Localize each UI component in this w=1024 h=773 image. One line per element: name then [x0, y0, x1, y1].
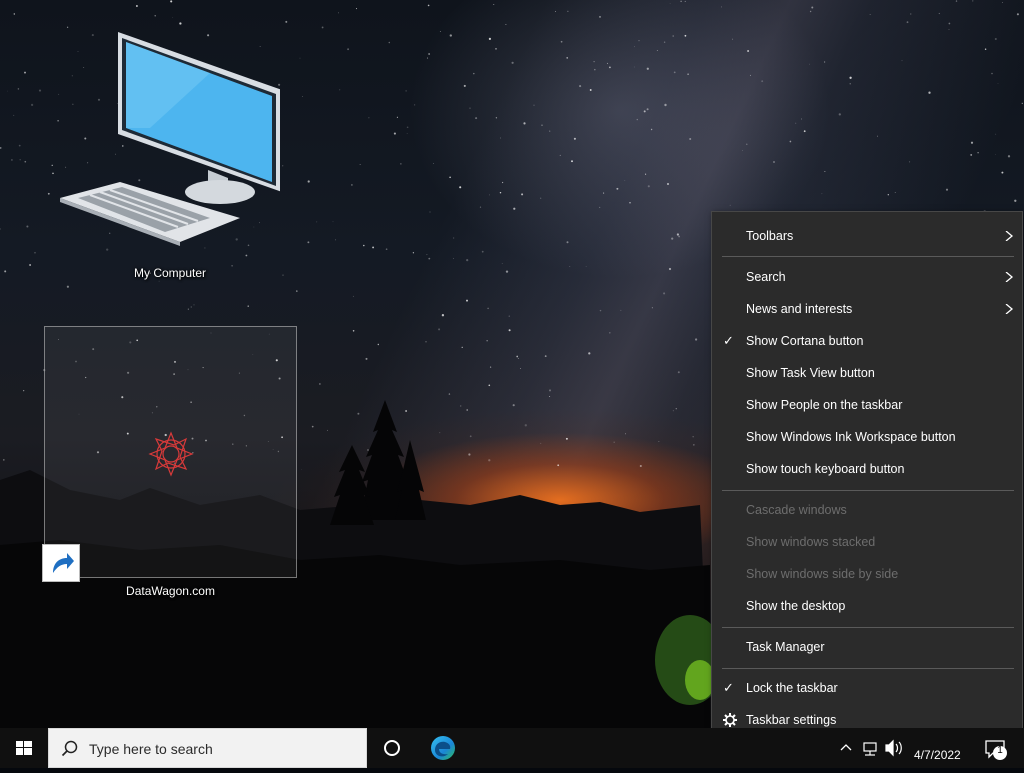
network-icon	[863, 742, 877, 756]
checkmark-icon: ✓	[723, 333, 734, 348]
tray-icons	[840, 739, 902, 757]
menu-item-label: Toolbars	[746, 229, 794, 243]
menu-item-label: Show touch keyboard button	[746, 462, 905, 476]
menu-item-label: Search	[746, 270, 786, 284]
menu-item-show-windows-side-by-side: Show windows side by side	[712, 560, 1022, 588]
action-center-button[interactable]: 1	[984, 738, 1010, 765]
menu-item-show-people[interactable]: Show People on the taskbar	[712, 391, 1022, 419]
volume-icon	[885, 739, 902, 757]
menu-item-show-windows-stacked: Show windows stacked	[712, 528, 1022, 556]
menu-item-lock-taskbar[interactable]: ✓ Lock the taskbar	[712, 674, 1022, 702]
cortana-button[interactable]	[370, 728, 416, 768]
system-tray: 4/7/2022 1	[836, 728, 1024, 768]
menu-item-toolbars[interactable]: Toolbars	[712, 222, 1022, 250]
menu-item-task-manager[interactable]: Task Manager	[712, 633, 1022, 661]
menu-item-show-desktop[interactable]: Show the desktop	[712, 592, 1022, 620]
menu-item-label: Show the desktop	[746, 599, 846, 613]
datawagon-shortcut[interactable]: DataWagon.com	[42, 326, 297, 598]
search-icon	[61, 740, 78, 757]
menu-separator	[722, 668, 1014, 669]
chevron-right-icon	[1005, 272, 1014, 282]
menu-item-label: Show windows side by side	[746, 567, 899, 581]
menu-item-label: Lock the taskbar	[746, 681, 838, 695]
my-computer-icon[interactable]: My Computer	[60, 28, 282, 280]
menu-item-label: Cascade windows	[746, 503, 847, 517]
gear-icon	[723, 713, 737, 727]
menu-item-label: Show Task View button	[746, 366, 875, 380]
menu-item-show-touch-keyboard[interactable]: Show touch keyboard button	[712, 455, 1022, 483]
menu-item-label: Show People on the taskbar	[746, 398, 903, 412]
menu-item-search[interactable]: Search	[712, 263, 1022, 291]
menu-item-show-cortana[interactable]: ✓ Show Cortana button	[712, 327, 1022, 355]
taskbar-search-box[interactable]: Type here to search	[48, 728, 367, 768]
menu-item-label: Show windows stacked	[746, 535, 876, 549]
menu-separator	[722, 627, 1014, 628]
menu-separator	[722, 490, 1014, 491]
menu-item-show-task-view[interactable]: Show Task View button	[712, 359, 1022, 387]
taskbar-context-menu: Toolbars Search News and interests ✓ Sho…	[711, 211, 1023, 744]
windows-logo-icon	[16, 741, 32, 755]
shortcut-arrow-icon	[42, 544, 80, 582]
menu-item-label: Show Cortana button	[746, 334, 864, 348]
my-computer-label: My Computer	[133, 266, 207, 280]
datawagon-logo-icon	[148, 431, 194, 477]
menu-item-news-and-interests[interactable]: News and interests	[712, 295, 1022, 323]
notification-count-badge: 1	[997, 745, 1003, 756]
chevron-up-icon	[840, 744, 852, 751]
start-button[interactable]	[0, 728, 48, 768]
menu-separator	[722, 256, 1014, 257]
chevron-right-icon	[1005, 231, 1014, 241]
menu-item-label: Show Windows Ink Workspace button	[746, 430, 956, 444]
menu-item-show-ink-workspace[interactable]: Show Windows Ink Workspace button	[712, 423, 1022, 451]
menu-item-label: Task Manager	[746, 640, 825, 654]
tray-date[interactable]: 4/7/2022	[914, 748, 961, 762]
edge-taskbar-button[interactable]	[420, 728, 466, 768]
chevron-right-icon	[1005, 304, 1014, 314]
search-placeholder: Type here to search	[89, 741, 213, 757]
menu-item-cascade-windows: Cascade windows	[712, 496, 1022, 524]
checkmark-icon: ✓	[723, 680, 734, 695]
computer-icon	[60, 32, 282, 246]
menu-item-label: News and interests	[746, 302, 853, 316]
datawagon-label: DataWagon.com	[126, 584, 215, 598]
taskbar[interactable]: Type here to search 4/7/2022 1	[0, 728, 1024, 768]
cortana-icon	[384, 740, 400, 756]
edge-browser-icon	[431, 736, 455, 760]
